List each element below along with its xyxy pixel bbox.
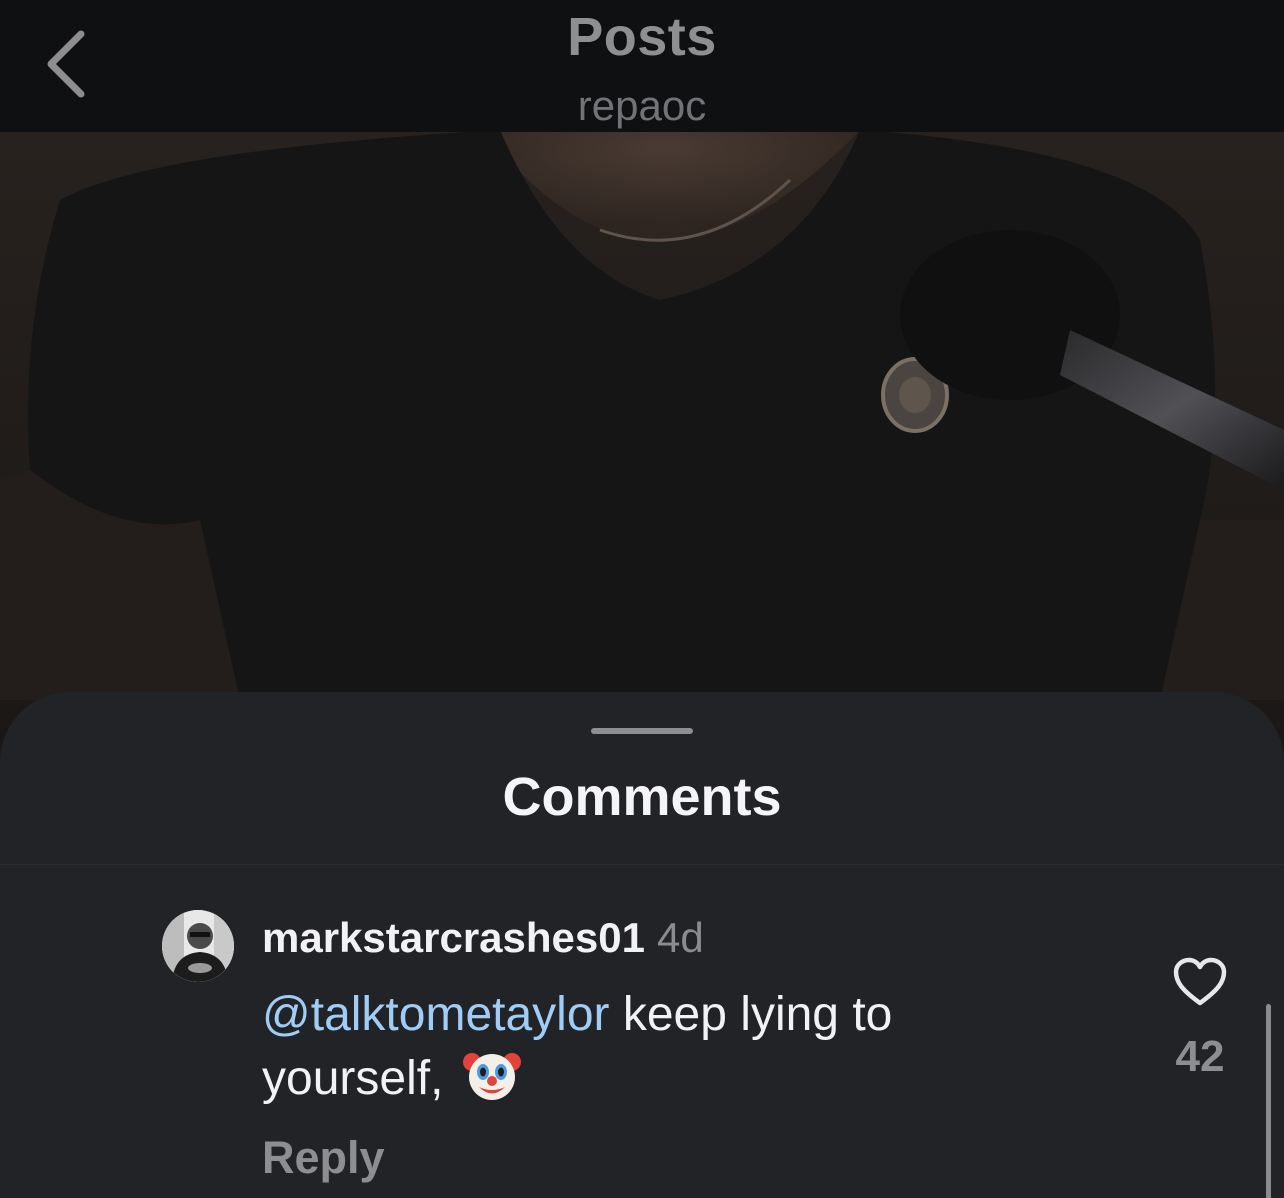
comment-author[interactable]: markstarcrashes01 4d: [262, 914, 704, 962]
heart-outline-icon: [1173, 957, 1227, 1006]
divider: [0, 864, 1284, 865]
avatar[interactable]: [162, 910, 234, 982]
top-navigation-bar: Posts repaoc: [0, 0, 1284, 132]
scrollbar[interactable]: [1266, 1004, 1271, 1198]
comment-username[interactable]: markstarcrashes01: [262, 914, 645, 961]
mention-link[interactable]: @talktometaylor: [262, 988, 610, 1041]
comments-sheet: Comments markstarcrashes01 4d @talktometa…: [0, 692, 1284, 1198]
comment-text: @talktometaylor keep lying to yourself,: [262, 984, 1022, 1110]
like-count: 42: [1175, 1032, 1225, 1081]
user-photo-icon: [162, 910, 234, 982]
reply-button[interactable]: Reply: [262, 1132, 385, 1184]
like-button[interactable]: [1172, 956, 1228, 1008]
account-username[interactable]: repaoc: [0, 82, 1284, 130]
app-screen: Posts repaoc Comments markstarcrashes01 4…: [0, 0, 1284, 1198]
comment-timestamp: 4d: [656, 914, 704, 961]
clown-face-icon: [462, 1053, 521, 1100]
comments-title: Comments: [502, 767, 782, 827]
page-title: Posts: [567, 7, 717, 67]
sheet-drag-handle[interactable]: [591, 728, 693, 734]
